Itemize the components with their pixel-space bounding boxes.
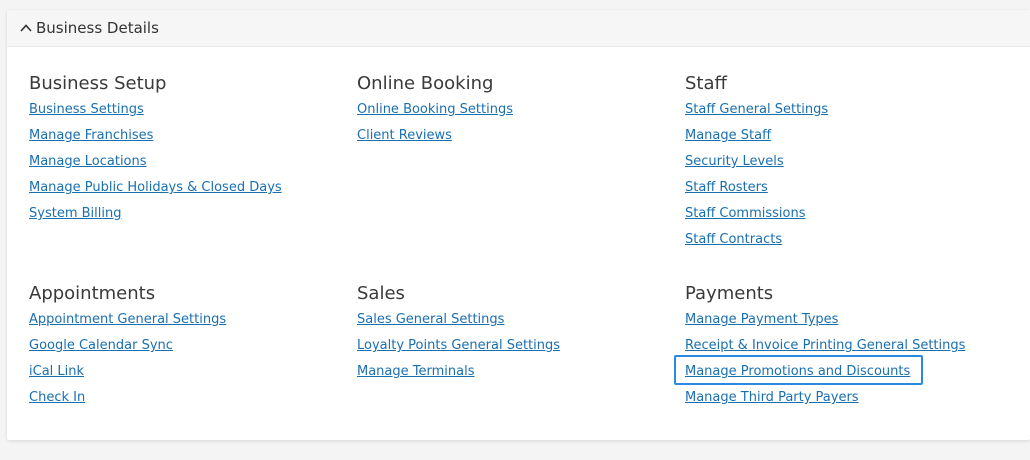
section-title: Sales [357, 283, 405, 304]
link-manage-public-holidays[interactable]: Manage Public Holidays & Closed Days [29, 180, 282, 195]
link-manage-third-party-payers[interactable]: Manage Third Party Payers [685, 390, 859, 405]
section-title: Business Setup [29, 73, 167, 94]
link-staff-general-settings[interactable]: Staff General Settings [685, 102, 828, 117]
link-loyalty-points-general-settings[interactable]: Loyalty Points General Settings [357, 338, 560, 353]
section-staff: Staff Staff General Settings Manage Staf… [685, 73, 995, 251]
chevron-up-icon [20, 24, 32, 32]
link-security-levels[interactable]: Security Levels [685, 154, 784, 169]
section-title: Payments [685, 283, 774, 304]
section-sales: Sales Sales General Settings Loyalty Poi… [357, 283, 667, 383]
section-title: Staff [685, 73, 727, 94]
link-manage-promotions-and-discounts[interactable]: Manage Promotions and Discounts [685, 364, 910, 379]
section-title: Appointments [29, 283, 156, 304]
link-staff-rosters[interactable]: Staff Rosters [685, 180, 768, 195]
business-details-panel: Business Details Business Setup Business… [7, 10, 1030, 440]
section-appointments: Appointments Appointment General Setting… [29, 283, 339, 409]
section-online-booking: Online Booking Online Booking Settings C… [357, 73, 667, 147]
link-business-settings[interactable]: Business Settings [29, 102, 144, 117]
link-appointment-general-settings[interactable]: Appointment General Settings [29, 312, 226, 327]
link-system-billing[interactable]: System Billing [29, 206, 121, 221]
section-title: Online Booking [357, 73, 494, 94]
link-ical-link[interactable]: iCal Link [29, 364, 84, 379]
link-receipt-invoice-printing-settings[interactable]: Receipt & Invoice Printing General Setti… [685, 338, 965, 353]
link-sales-general-settings[interactable]: Sales General Settings [357, 312, 504, 327]
link-client-reviews[interactable]: Client Reviews [357, 128, 452, 143]
link-manage-staff[interactable]: Manage Staff [685, 128, 771, 143]
link-check-in[interactable]: Check In [29, 390, 85, 405]
link-manage-locations[interactable]: Manage Locations [29, 154, 147, 169]
section-payments: Payments Manage Payment Types Receipt & … [685, 283, 995, 409]
link-online-booking-settings[interactable]: Online Booking Settings [357, 102, 513, 117]
link-manage-payment-types[interactable]: Manage Payment Types [685, 312, 838, 327]
panel-title: Business Details [36, 19, 159, 37]
link-staff-contracts[interactable]: Staff Contracts [685, 232, 782, 247]
section-business-setup: Business Setup Business Settings Manage … [29, 73, 339, 225]
link-manage-franchises[interactable]: Manage Franchises [29, 128, 153, 143]
link-staff-commissions[interactable]: Staff Commissions [685, 206, 806, 221]
link-manage-terminals[interactable]: Manage Terminals [357, 364, 474, 379]
business-details-toggle[interactable]: Business Details [7, 10, 1030, 47]
link-google-calendar-sync[interactable]: Google Calendar Sync [29, 338, 173, 353]
